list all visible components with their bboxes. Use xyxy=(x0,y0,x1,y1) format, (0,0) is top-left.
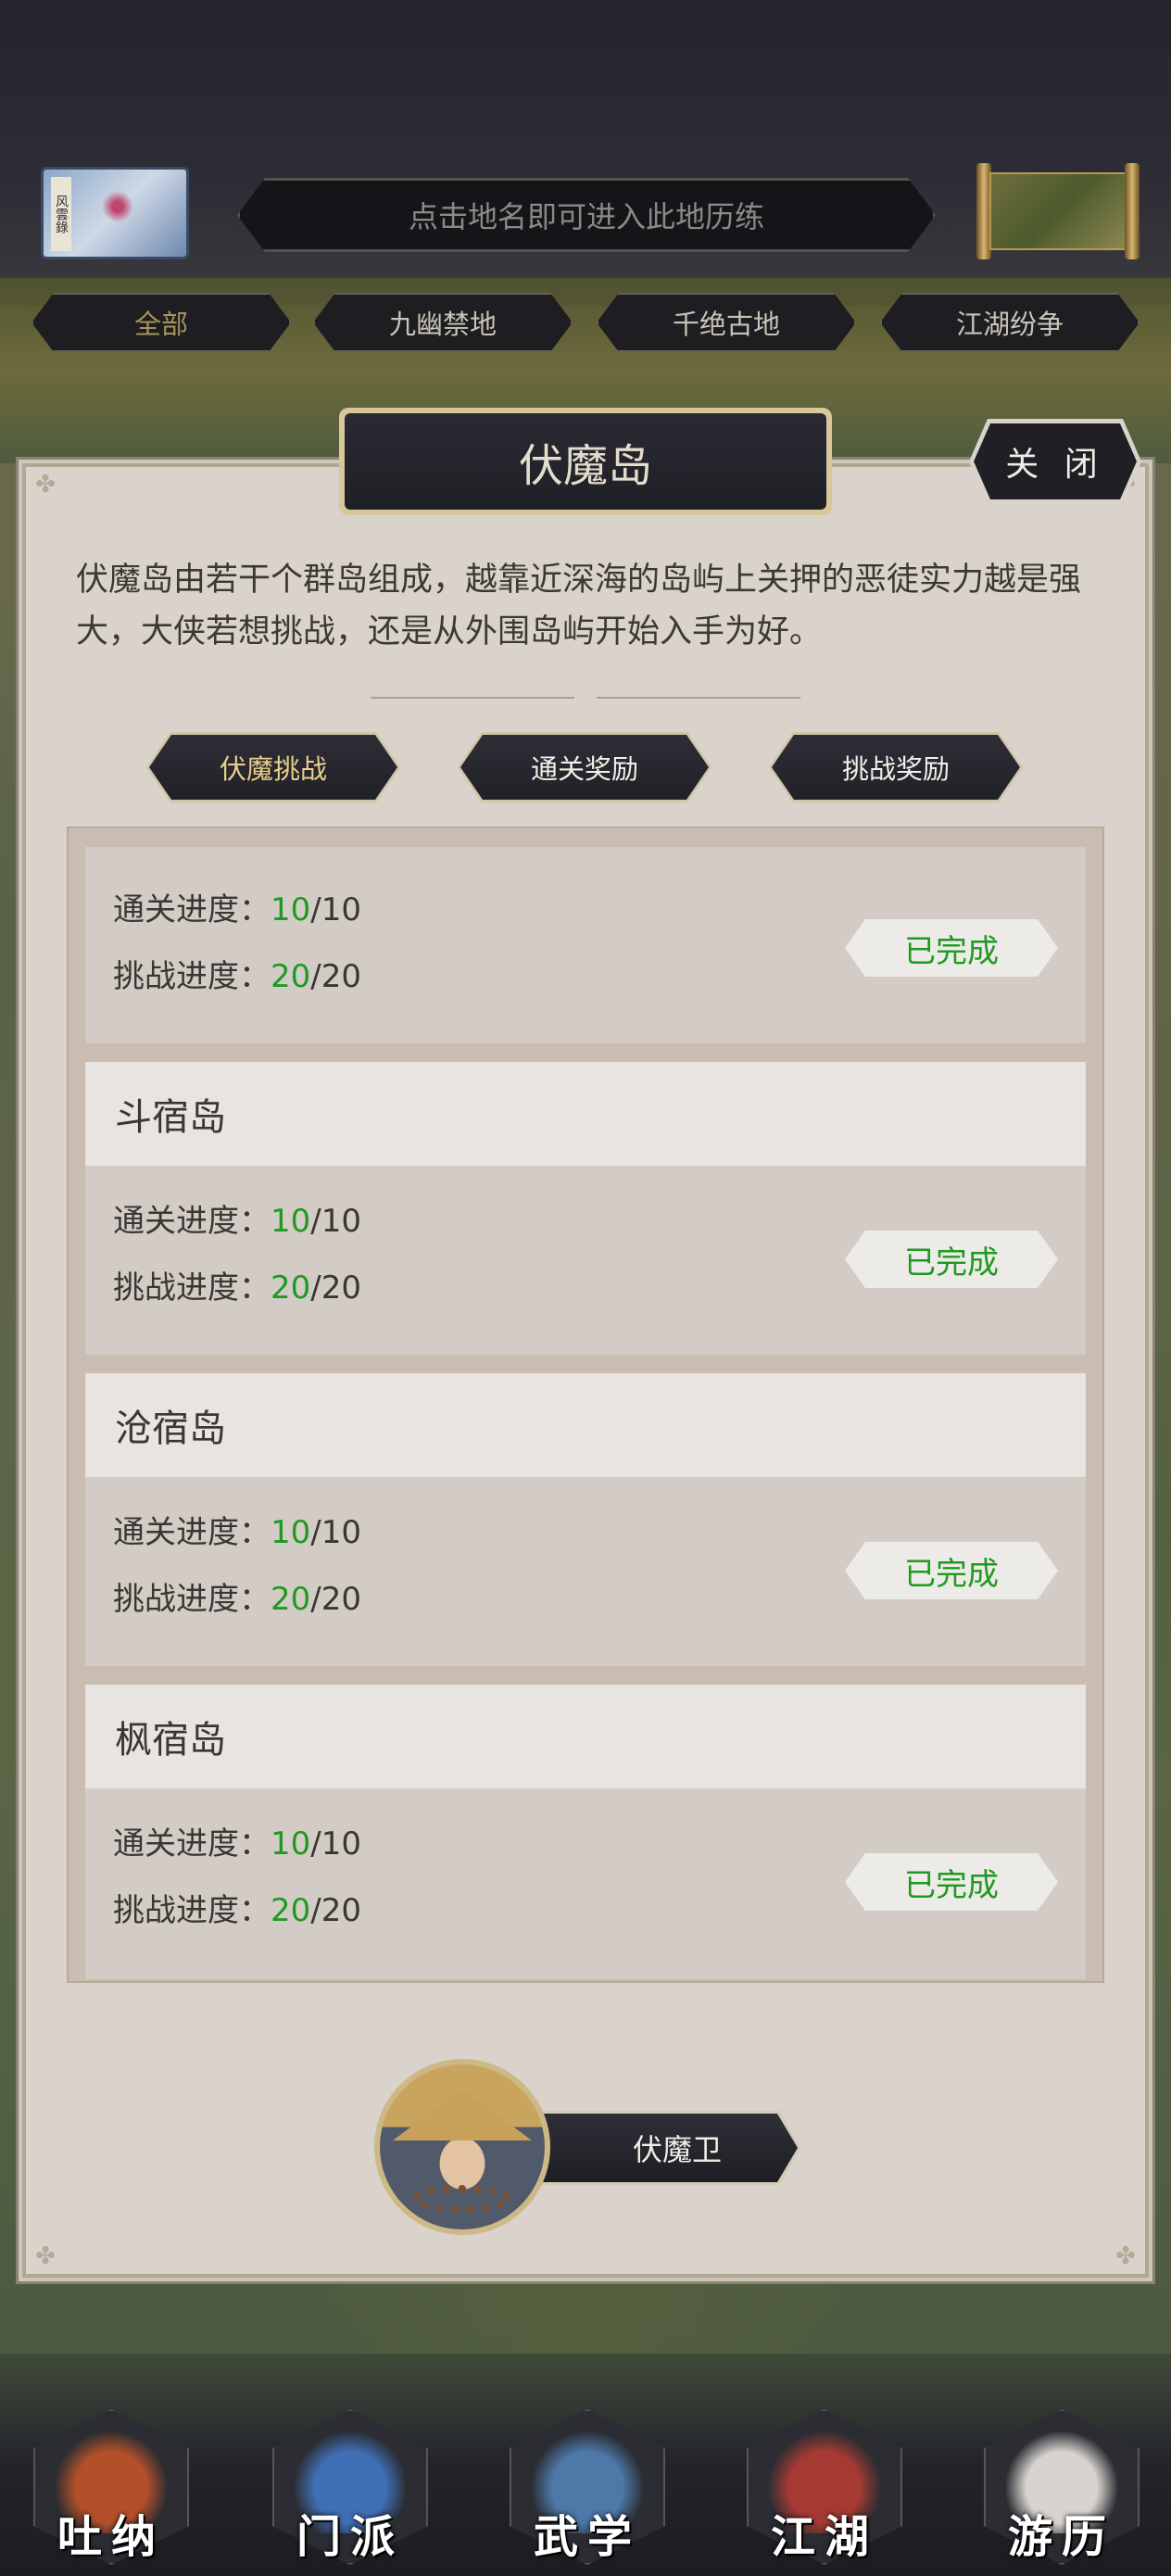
scroll-map-icon xyxy=(989,172,1127,250)
island-card[interactable]: 斗宿岛 通关进度：10/10 挑战进度：20/20 已完成 xyxy=(85,1062,1086,1355)
corner-ornament: ✤ xyxy=(1115,2242,1136,2270)
challenge-progress-label: 挑战进度： xyxy=(113,958,271,995)
island-card[interactable]: 通关进度：10/10 挑战进度：20/20 已完成 xyxy=(85,847,1086,1043)
category-tab-jiuyou[interactable]: 九幽禁地 xyxy=(313,293,573,352)
island-name: 沧宿岛 xyxy=(85,1373,1086,1477)
island-description: 伏魔岛由若干个群岛组成，越靠近深海的岛屿上关押的恶徒实力越是强大，大侠若想挑战，… xyxy=(76,562,1082,650)
panel-title-frame: 伏魔岛 xyxy=(339,408,832,515)
nav-label: 江湖 xyxy=(770,2511,878,2563)
challenge-progress-current: 20 xyxy=(271,1581,311,1618)
category-tab-all[interactable]: 全部 xyxy=(31,293,291,352)
clear-progress-label: 通关进度： xyxy=(113,1825,271,1863)
challenge-progress: 挑战进度：20/20 xyxy=(113,1573,361,1619)
clear-progress-current: 10 xyxy=(271,1825,311,1863)
divider-ornament-left xyxy=(371,680,574,699)
challenge-progress-label: 挑战进度： xyxy=(113,1269,271,1307)
region-map-button[interactable]: 风雲錄 xyxy=(41,167,189,259)
completed-badge: 已完成 xyxy=(845,1542,1058,1599)
challenge-progress: 挑战进度：20/20 xyxy=(113,1885,361,1930)
challenge-progress-label: 挑战进度： xyxy=(113,1581,271,1618)
tab-clear-rewards-label: 通关奖励 xyxy=(460,735,709,800)
challenge-progress-current: 20 xyxy=(271,1269,311,1307)
clear-progress: 通关进度：10/10 xyxy=(113,1818,361,1863)
challenge-progress-label: 挑战进度： xyxy=(113,1892,271,1929)
challenge-progress-total: /20 xyxy=(310,1581,361,1618)
corner-ornament: ✤ xyxy=(35,2242,56,2270)
close-button[interactable]: 关 闭 xyxy=(969,419,1141,504)
nav-tuna[interactable]: 吐纳 xyxy=(33,2409,189,2565)
island-card-body: 通关进度：10/10 挑战进度：20/20 已完成 xyxy=(85,847,1086,1043)
clear-progress-current: 10 xyxy=(271,891,311,928)
clear-progress-total: /10 xyxy=(310,1203,361,1240)
completed-badge: 已完成 xyxy=(845,1853,1058,1911)
guard-portrait xyxy=(380,2065,545,2229)
nav-label: 吐纳 xyxy=(57,2511,165,2563)
tab-clear-rewards[interactable]: 通关奖励 xyxy=(458,732,711,802)
nav-jianghu[interactable]: 江湖 xyxy=(747,2409,902,2565)
nav-menpai[interactable]: 门派 xyxy=(272,2409,428,2565)
category-tab-qianjue[interactable]: 千绝古地 xyxy=(597,293,856,352)
clear-progress-total: /10 xyxy=(310,1514,361,1551)
top-background xyxy=(0,0,1171,306)
tab-challenge-rewards-label: 挑战奖励 xyxy=(772,735,1020,800)
challenge-progress-total: /20 xyxy=(310,958,361,995)
tab-challenge-label: 伏魔挑战 xyxy=(149,735,397,800)
clear-progress-label: 通关进度： xyxy=(113,891,271,928)
guard-name: 伏魔卫 xyxy=(529,2114,798,2182)
nav-label: 门派 xyxy=(296,2511,404,2563)
clear-progress: 通关进度：10/10 xyxy=(113,1507,361,1552)
divider-ornament-right xyxy=(597,680,800,699)
clear-progress-total: /10 xyxy=(310,1825,361,1863)
island-card[interactable]: 枫宿岛 通关进度：10/10 挑战进度：20/20 已完成 xyxy=(85,1685,1086,1979)
nav-label: 武学 xyxy=(533,2511,641,2563)
map-stamp: 风雲錄 xyxy=(51,177,71,251)
clear-progress-current: 10 xyxy=(271,1203,311,1240)
category-tab-jianghu[interactable]: 江湖纷争 xyxy=(880,293,1140,352)
nav-youli[interactable]: 游历 xyxy=(984,2409,1140,2565)
challenge-progress-total: /20 xyxy=(310,1269,361,1307)
guard-avatar[interactable] xyxy=(374,2059,550,2235)
island-card-body: 通关进度：10/10 挑战进度：20/20 已完成 xyxy=(85,1477,1086,1666)
completed-badge: 已完成 xyxy=(845,919,1058,977)
tab-challenge[interactable]: 伏魔挑战 xyxy=(146,732,400,802)
clear-progress-label: 通关进度： xyxy=(113,1203,271,1240)
challenge-progress: 挑战进度：20/20 xyxy=(113,951,361,996)
scroll-rod-right xyxy=(1125,163,1140,259)
challenge-progress-current: 20 xyxy=(271,1892,311,1929)
island-card[interactable]: 沧宿岛 通关进度：10/10 挑战进度：20/20 已完成 xyxy=(85,1373,1086,1666)
challenge-progress: 挑战进度：20/20 xyxy=(113,1262,361,1307)
panel-title: 伏魔岛 xyxy=(345,413,826,510)
clear-progress: 通关进度：10/10 xyxy=(113,884,361,929)
island-name: 斗宿岛 xyxy=(85,1062,1086,1166)
corner-ornament: ✤ xyxy=(35,471,56,499)
island-card-body: 通关进度：10/10 挑战进度：20/20 已完成 xyxy=(85,1788,1086,1979)
nav-wuxue[interactable]: 武学 xyxy=(510,2409,665,2565)
clear-progress: 通关进度：10/10 xyxy=(113,1195,361,1241)
clear-progress-total: /10 xyxy=(310,891,361,928)
island-name: 枫宿岛 xyxy=(85,1685,1086,1788)
plum-blossom-icon xyxy=(99,188,136,225)
clear-progress-current: 10 xyxy=(271,1514,311,1551)
world-map-scroll-button[interactable] xyxy=(976,163,1140,259)
tab-challenge-rewards[interactable]: 挑战奖励 xyxy=(769,732,1023,802)
clear-progress-label: 通关进度： xyxy=(113,1514,271,1551)
island-card-body: 通关进度：10/10 挑战进度：20/20 已完成 xyxy=(85,1166,1086,1355)
challenge-progress-total: /20 xyxy=(310,1892,361,1929)
completed-badge: 已完成 xyxy=(845,1231,1058,1288)
challenge-progress-current: 20 xyxy=(271,958,311,995)
prayer-beads-icon xyxy=(411,2185,513,2213)
close-button-label: 关 闭 xyxy=(974,423,1137,499)
nav-label: 游历 xyxy=(1007,2511,1115,2563)
straw-hat-icon xyxy=(393,2089,532,2140)
guard-name-plate[interactable]: 伏魔卫 xyxy=(526,2111,800,2185)
hint-bar: 点击地名即可进入此地历练 xyxy=(237,178,936,252)
